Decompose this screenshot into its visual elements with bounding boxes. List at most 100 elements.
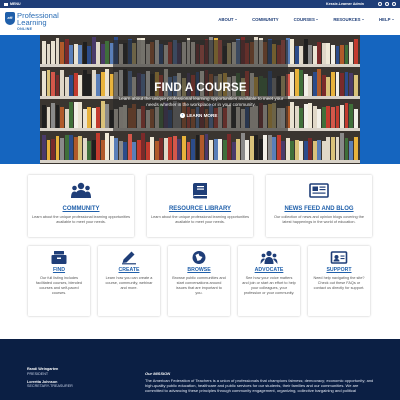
card-title: BROWSE	[187, 267, 211, 273]
create-icon	[122, 251, 136, 265]
book-spine	[263, 135, 268, 163]
hero-description: Learn about the unique professional lear…	[118, 96, 284, 107]
main-nav: ABOUT COMMUNITY COURSES RESOURCES HELP	[218, 17, 394, 22]
menu-label: MENU	[10, 2, 21, 6]
book-spine	[340, 133, 344, 163]
book-spine	[78, 136, 83, 163]
site-footer: Randi Weingarten PRESIDENT Lorretta John…	[0, 339, 400, 400]
card-title: NEWS FEED AND BLOG	[284, 206, 354, 212]
book-icon	[193, 183, 207, 199]
book-spine	[240, 133, 245, 163]
create-card[interactable]: CREATE Learn how you can create a course…	[98, 246, 160, 316]
learn-more-link[interactable]: › LEARN MORE	[180, 113, 217, 118]
card-description: Need help navigating the site? Check out…	[313, 276, 365, 290]
hero-title: FIND A COURSE	[154, 82, 247, 94]
book-spine	[96, 133, 101, 163]
chevron-down-icon	[362, 19, 365, 21]
card-description: See how your voice matters and join or s…	[242, 276, 296, 295]
nav-community[interactable]: COMMUNITY	[252, 17, 279, 22]
book-spine	[69, 134, 74, 163]
menu-button[interactable]: MENU	[4, 2, 21, 6]
browse-icon	[192, 251, 206, 264]
logo-subtitle: ONLINE	[17, 26, 33, 31]
nav-help[interactable]: HELP	[379, 17, 394, 22]
book-spine	[353, 39, 358, 67]
advocate-icon	[260, 250, 278, 264]
card-title: FIND	[52, 267, 66, 273]
book-spine	[276, 134, 281, 163]
book-spine	[42, 134, 46, 163]
newspaper-icon	[309, 183, 329, 198]
nav-resources-label: RESOURCES	[333, 17, 361, 22]
book-spine	[46, 69, 51, 99]
find-icon	[51, 251, 67, 264]
leader-role: SECRETARY-TREASURER	[27, 384, 73, 389]
book-spine	[91, 37, 96, 67]
nav-courses[interactable]: COURSES	[294, 17, 319, 22]
card-title: CREATE	[118, 267, 140, 273]
shelf-row	[40, 133, 360, 163]
arrow-right-icon: ›	[180, 113, 185, 118]
mission-text: The American Federation of Teachers is a…	[145, 378, 374, 394]
leadership-list: Randi Weingarten PRESIDENT Lorretta John…	[27, 367, 73, 392]
book-spine	[267, 135, 272, 163]
news-feed-card[interactable]: NEWS FEED AND BLOG Our collection of new…	[266, 175, 372, 237]
nav-help-label: HELP	[379, 17, 391, 22]
hamburger-icon	[4, 2, 8, 6]
community-card[interactable]: COMMUNITY Learn about the unique profess…	[28, 175, 134, 237]
book-spine	[290, 72, 295, 99]
book-spine	[42, 71, 46, 99]
aft-logo-icon: aft	[5, 12, 15, 25]
card-description: Our collection of news and opinion blogs…	[274, 215, 364, 224]
book-spine	[55, 135, 60, 163]
card-description: Browse public communities and start conv…	[172, 276, 226, 295]
logo-line-2: Learning	[17, 18, 47, 28]
book-spine	[344, 102, 349, 131]
nav-about-label: ABOUT	[218, 17, 234, 22]
book-spine	[335, 71, 340, 99]
book-spine	[308, 103, 313, 131]
nav-about[interactable]: ABOUT	[218, 17, 238, 22]
advocate-card[interactable]: ADVOCATE See how your voice matters and …	[238, 246, 300, 316]
book-spine	[200, 135, 204, 163]
card-description: Learn about the unique professional lear…	[151, 215, 249, 224]
mission-statement: Our MISSION The American Federation of T…	[145, 371, 375, 394]
book-spine	[69, 101, 74, 131]
nav-community-label: COMMUNITY	[252, 17, 279, 22]
resource-library-card[interactable]: RESOURCE LIBRARY Learn about the unique …	[147, 175, 253, 237]
site-logo[interactable]: aft Professional Learning ONLINE	[5, 12, 59, 31]
book-spine	[317, 69, 322, 99]
search-icon[interactable]	[378, 1, 382, 6]
chevron-down-icon	[316, 19, 319, 21]
community-icon	[71, 182, 91, 198]
card-title: ADVOCATE	[254, 267, 284, 273]
book-spine	[290, 102, 295, 131]
mission-title: Our MISSION	[145, 371, 171, 376]
book-spine	[91, 69, 96, 99]
book-spine	[290, 38, 295, 67]
support-card[interactable]: SUPPORT Need help navigating the site? C…	[308, 246, 370, 316]
book-spine	[254, 134, 259, 163]
leader-role: PRESIDENT	[27, 371, 49, 376]
book-spine	[195, 135, 200, 163]
book-spine	[109, 135, 114, 163]
find-card[interactable]: FIND Our full listing includes facilitat…	[28, 246, 90, 316]
book-spine	[105, 69, 110, 99]
site-header: aft Professional Learning ONLINE ABOUT C…	[0, 8, 400, 35]
user-account-link[interactable]: Kessie-Learner Admin	[326, 2, 364, 6]
top-bar: MENU Kessie-Learner Admin	[0, 0, 400, 8]
book-spine	[51, 103, 55, 131]
profile-icon[interactable]	[392, 1, 396, 6]
book-spine	[73, 101, 78, 131]
browse-card[interactable]: BROWSE Browse public communities and sta…	[168, 246, 230, 316]
card-title: COMMUNITY	[62, 206, 100, 212]
book-spine	[204, 133, 209, 163]
notification-icon[interactable]	[385, 1, 389, 6]
card-title: RESOURCE LIBRARY	[168, 206, 232, 212]
book-spine	[303, 38, 308, 67]
book-spine	[312, 71, 317, 99]
book-spine	[100, 101, 105, 131]
nav-resources[interactable]: RESOURCES	[333, 17, 365, 22]
card-description: Learn how you can create a course, commu…	[105, 276, 153, 290]
learn-more-label: LEARN MORE	[186, 113, 218, 118]
